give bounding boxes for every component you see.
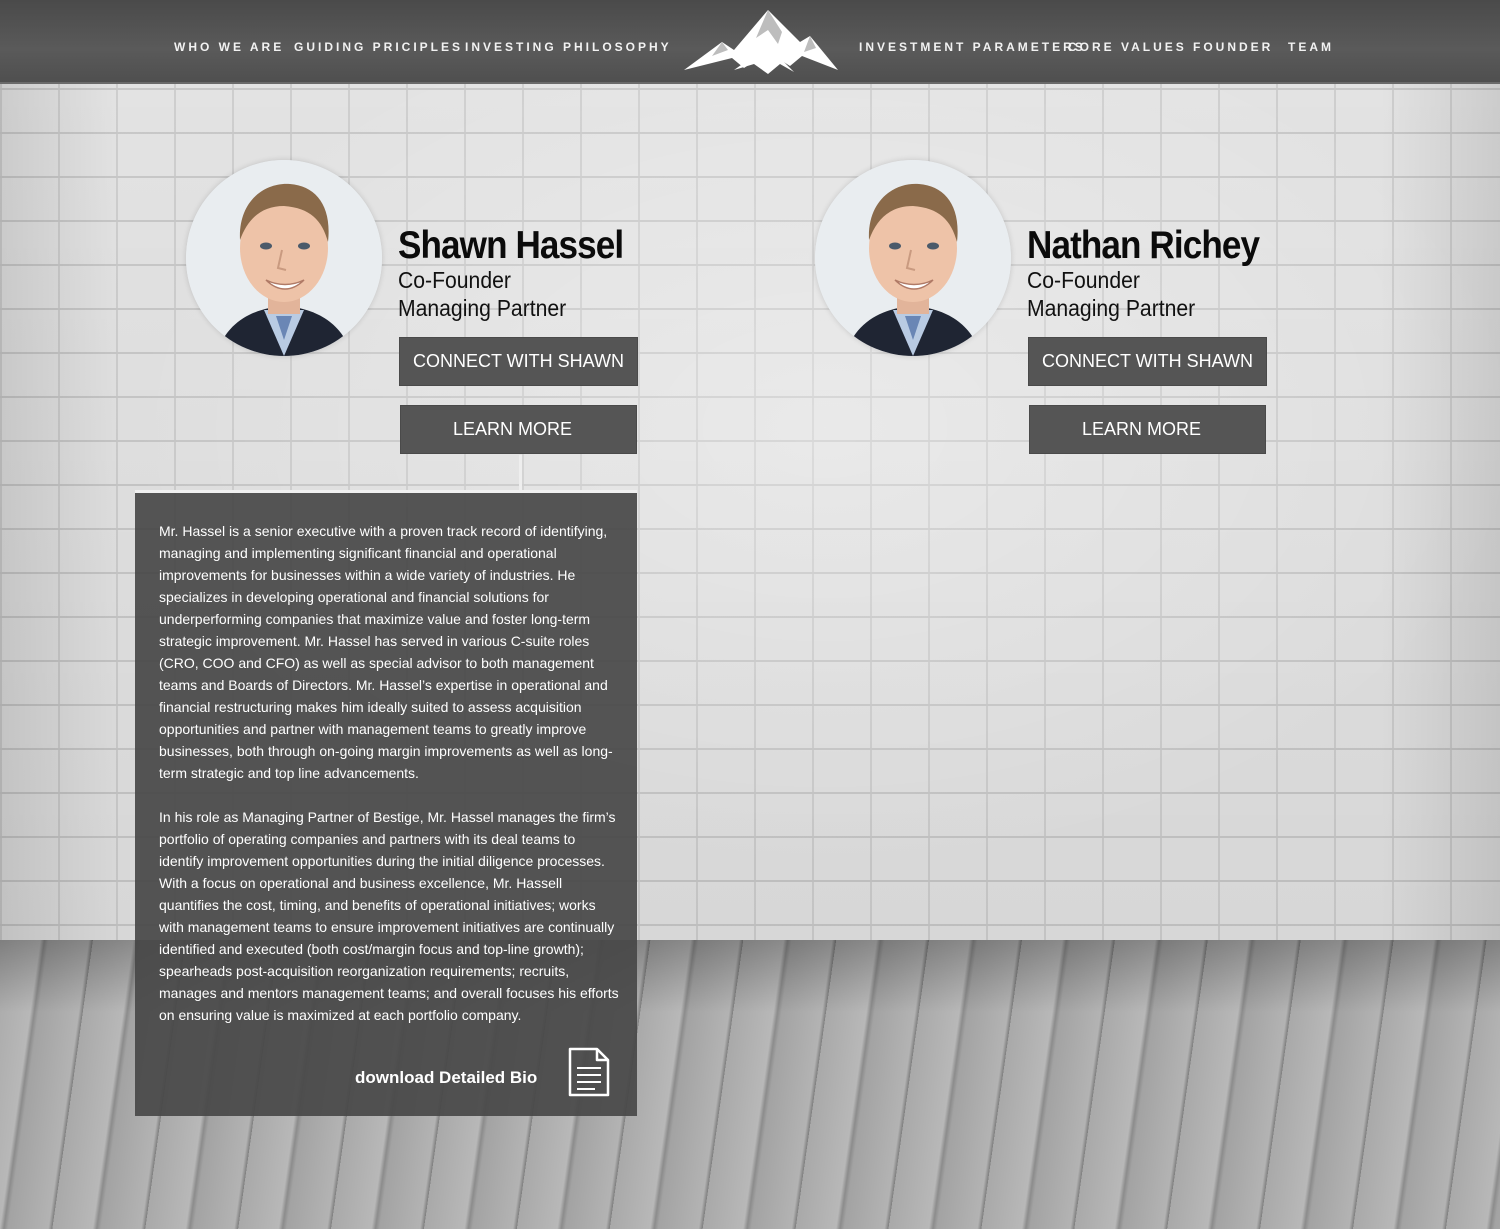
connect-with-shawn-button[interactable]: CONNECT WITH SHAWN: [399, 337, 638, 386]
nav-team[interactable]: TEAM: [1288, 40, 1334, 54]
top-navigation: WHO WE ARE GUIDING PRICIPLES INVESTING P…: [0, 0, 1500, 84]
person-name: Shawn Hassel: [398, 224, 624, 267]
bio-paragraph: Mr. Hassel is a senior executive with a …: [159, 523, 613, 781]
connect-with-shawn-button[interactable]: CONNECT WITH SHAWN: [1028, 337, 1267, 386]
person-role-line1: Co-Founder: [398, 267, 511, 293]
person-role-line2: Managing Partner: [1027, 295, 1196, 321]
document-icon[interactable]: [567, 1046, 611, 1098]
nav-core-values[interactable]: CORE VALUES: [1068, 40, 1187, 54]
avatar-nathan-richey: [815, 160, 1011, 356]
mountain-logo-icon[interactable]: [682, 8, 840, 76]
nav-founder[interactable]: FOUNDER: [1193, 40, 1273, 54]
nav-investing-philosophy[interactable]: INVESTING PHILOSOPHY: [465, 40, 672, 54]
avatar-shawn-hassel: [186, 160, 382, 356]
nav-investment-parameters[interactable]: INVESTMENT PARAMETERS: [859, 40, 1086, 54]
download-bio-link[interactable]: download Detailed Bio: [355, 1068, 537, 1088]
nav-guiding-principles[interactable]: GUIDING PRICIPLES: [294, 40, 463, 54]
bio-panel: Mr. Hassel is a senior executive with a …: [135, 490, 637, 1116]
bio-paragraph: In his role as Managing Partner of Besti…: [159, 809, 619, 1023]
person-name: Nathan Richey: [1027, 224, 1260, 267]
learn-more-button[interactable]: LEARN MORE: [400, 405, 637, 454]
person-role-line2: Managing Partner: [398, 295, 567, 321]
nav-who-we-are[interactable]: WHO WE ARE: [174, 40, 284, 54]
panel-connector-line: [519, 455, 522, 490]
person-role-line1: Co-Founder: [1027, 267, 1140, 293]
learn-more-button[interactable]: LEARN MORE: [1029, 405, 1266, 454]
bio-text: Mr. Hassel is a senior executive with a …: [159, 520, 621, 1048]
